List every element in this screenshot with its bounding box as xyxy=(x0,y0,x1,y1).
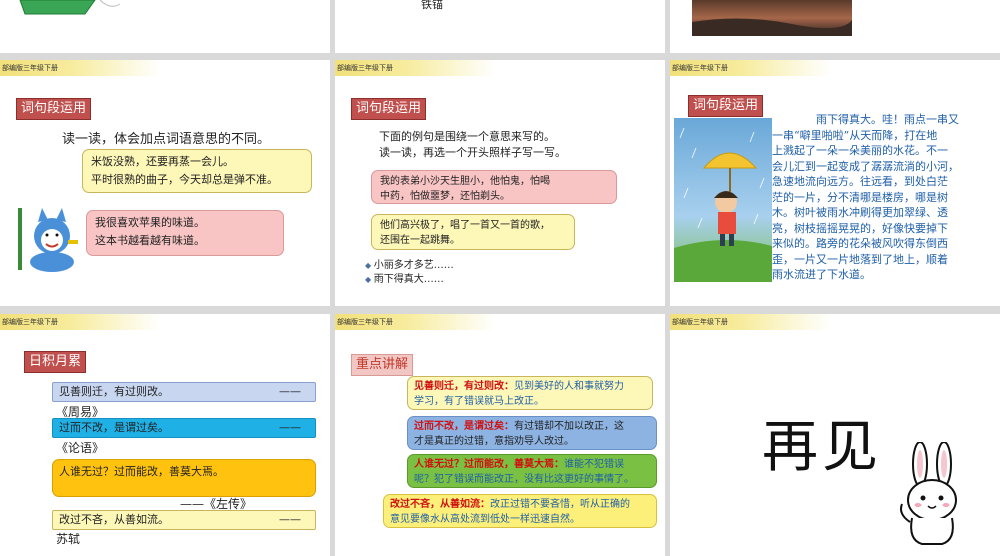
paragraph-line: 来似的。路旁的花朵被风吹得东倒西 xyxy=(772,237,948,250)
sunset-photo xyxy=(692,0,852,36)
quote-text: 人谁无过？过而能改，善莫大焉。 xyxy=(59,465,224,478)
explanation-box-1: 见善则迁，有过则改：见到美好的人和事就努力 学习，有了错误就马上改正。 xyxy=(407,376,653,410)
example-line: 平时很熟的曲子，今天却总是弹不准。 xyxy=(91,173,278,186)
example-sentence-box-2: 他们高兴极了，唱了一首又一首的歌， 还围在一起跳舞。 xyxy=(371,214,575,250)
explanation-head: 过而不改，是谓过矣： xyxy=(414,421,514,432)
explanation-body: 见到美好的人和事就努力 xyxy=(514,381,624,392)
explanation-head: 人谁无过？过而能改，善莫大焉： xyxy=(414,459,564,470)
paragraph-line: 雨下得真大。哇！雨点一串又 xyxy=(816,113,959,126)
quote-box-1: 见善则迁，有过则改。 —— xyxy=(52,382,316,402)
explanation-line: 学习，有了错误就马上改正。 xyxy=(414,396,544,407)
paragraph-line: 上溅起了一朵一朵美丽的水花。不一 xyxy=(772,144,948,157)
instruction-text: 读一读，体会加点词语意思的不同。 xyxy=(62,132,271,147)
slide-farewell: 部编版三年级下册 再见 xyxy=(670,314,1000,556)
slide-header: 部编版三年级下册 xyxy=(0,60,160,76)
quote-text: 过而不改，是谓过矣。 xyxy=(59,421,169,434)
slide-key-explanation: 部编版三年级下册 重点讲解 见善则迁，有过则改：见到美好的人和事就努力 学习，有… xyxy=(335,314,665,556)
explanation-box-2: 过而不改，是谓过矣：有过错却不加以改正，这 才是真正的过错，意指劝导人改过。 xyxy=(407,416,657,450)
rain-paragraph: 雨下得真大。哇！雨点一串又 一串“噼里啪啦”从天而降，打在地 上溅起了一朵一朵美… xyxy=(772,112,992,283)
slide-header: 部编版三年级下册 xyxy=(335,60,495,76)
example-line: 他们高兴极了，唱了一首又一首的歌， xyxy=(380,220,550,231)
example-box-2: 我很喜欢苹果的味道。 这本书越看越有味道。 xyxy=(86,210,284,256)
example-box-1: 米饭没熟，还要再蒸一会儿。 平时很熟的曲子，今天却总是弹不准。 xyxy=(82,149,312,193)
slide-header: 部编版三年级下册 xyxy=(670,314,830,330)
quote-text: 见善则迁，有过则改。 xyxy=(59,385,169,398)
quote-box-3: 人谁无过？过而能改，善莫大焉。 xyxy=(52,459,316,497)
explanation-box-3: 人谁无过？过而能改，善莫大焉：谁能不犯错误 呢？犯了错误而能改正，没有比这更好的… xyxy=(407,454,657,488)
explanation-line: 改过不吝，从善如流：改正过错不要吝惜，听从正确的 xyxy=(390,497,650,512)
explanation-line: 意见要像水从高处流到低处一样迅速自然。 xyxy=(390,514,580,525)
explanation-body: 改正过错不要吝惜，听从正确的 xyxy=(490,499,630,510)
example-sentence-box-1: 我的表弟小沙天生胆小，他怕鬼，怕喝 中药，怕做噩梦，还怕剃头。 xyxy=(371,170,617,204)
paragraph-line: 木。树叶被雨水冲刷得更加翠绿、透 xyxy=(772,206,948,219)
paragraph-line: 雨水流进了下水道。 xyxy=(772,268,871,281)
explanation-line: 人谁无过？过而能改，善莫大焉：谁能不犯错误 xyxy=(414,457,650,472)
instruction-line: 下面的例句是围绕一个意思来写的。 xyxy=(379,130,555,143)
green-book-illustration xyxy=(19,0,121,15)
slide-word-usage-2: 部编版三年级下册 词句段运用 下面的例句是围绕一个意思来写的。 读一读，再选一个… xyxy=(335,60,665,306)
quote-dash: —— xyxy=(279,421,301,434)
section-tag: 词句段运用 xyxy=(16,98,92,120)
example-line: 米饭没熟，还要再蒸一会儿。 xyxy=(91,155,234,168)
slide-header: 部编版三年级下册 xyxy=(670,60,830,76)
bunny-illustration xyxy=(900,442,957,545)
explanation-line: 呢？犯了错误而能改正，没有比这更好的事情了。 xyxy=(414,474,634,485)
paragraph-line: 一串“噼里啪啦”从天而降，打在地 xyxy=(772,128,938,142)
section-tag: 词句段运用 xyxy=(688,95,764,117)
example-line: 还围在一起跳舞。 xyxy=(380,235,460,246)
rain-girl-illustration xyxy=(674,118,772,282)
quote-source: 苏轼 xyxy=(56,532,81,546)
slide-top-right xyxy=(670,0,1000,53)
explanation-box-4: 改过不吝，从善如流：改正过错不要吝惜，听从正确的 意见要像水从高处流到低处一样迅… xyxy=(383,494,657,528)
paragraph-line: 亮，树枝摇摇晃晃的，好像快要掉下 xyxy=(772,221,948,235)
quote-dash: —— xyxy=(279,385,301,398)
slide-word-usage-1: 部编版三年级下册 词句段运用 读一读，体会加点词语意思的不同。 米饭没熟，还要再… xyxy=(0,60,330,306)
example-line: 这本书越看越有味道。 xyxy=(95,234,205,247)
explanation-head: 改过不吝，从善如流： xyxy=(390,499,490,510)
farewell-text: 再见 xyxy=(762,415,882,480)
slide-word-usage-3: 部编版三年级下册 词句段运用 雨下得真大。哇！雨点一串又 一串“噼里啪啦”从天而… xyxy=(670,60,1000,306)
slide-daily-accumulation: 部编版三年级下册 日积月累 见善则迁，有过则改。 —— 《周易》 过而不改，是谓… xyxy=(0,314,330,556)
section-tag: 重点讲解 xyxy=(351,354,414,376)
paragraph-line: 会儿汇到一起变成了潺潺流淌的小河， xyxy=(772,159,959,173)
example-line: 我的表弟小沙天生胆小，他怕鬼，怕喝 xyxy=(380,176,550,187)
explanation-line: 过而不改，是谓过矣：有过错却不加以改正，这 xyxy=(414,419,650,434)
explanation-body: 有过错却不加以改正，这 xyxy=(514,421,624,432)
quote-dash: —— xyxy=(279,513,301,526)
slide-top-middle: 铁锚 xyxy=(335,0,665,53)
paragraph-line: 急速地流向远方。往远看，到处白茫 xyxy=(772,175,948,188)
example-line: 我很喜欢苹果的味道。 xyxy=(95,216,205,229)
quote-box-4: 改过不吝，从善如流。 —— xyxy=(52,510,316,530)
slide-header: 部编版三年级下册 xyxy=(335,314,495,330)
explanation-line: 才是真正的过错，意指劝导人改过。 xyxy=(414,436,574,447)
paragraph-line: 歪，一片又一片地落到了地上，顺着 xyxy=(772,252,948,266)
slide-header: 部编版三年级下册 xyxy=(0,314,160,330)
explanation-body: 谁能不犯错误 xyxy=(564,459,624,470)
fragment-text: 铁锚 xyxy=(421,0,443,11)
instruction-line: 读一读，再选一个开头照样子写一写。 xyxy=(379,146,566,159)
quote-text: 改过不吝，从善如流。 xyxy=(59,513,169,526)
section-tag: 日积月累 xyxy=(24,351,87,373)
option-item-2: 雨下得真大…… xyxy=(365,270,444,285)
slide-top-left xyxy=(0,0,330,53)
explanation-line: 见善则迁，有过则改：见到美好的人和事就努力 xyxy=(414,379,646,394)
quote-box-2: 过而不改，是谓过矣。 —— xyxy=(52,418,316,438)
option-item-1: 小丽多才多艺…… xyxy=(365,256,454,271)
example-line: 中药，怕做噩梦，还怕剃头。 xyxy=(380,191,510,202)
quote-source: 《论语》 xyxy=(56,441,105,455)
cartoon-cat-illustration xyxy=(18,208,78,272)
explanation-head: 见善则迁，有过则改： xyxy=(414,381,514,392)
paragraph-line: 茫的一片，分不清哪是楼房，哪是树 xyxy=(772,190,948,204)
section-tag: 词句段运用 xyxy=(351,98,427,120)
